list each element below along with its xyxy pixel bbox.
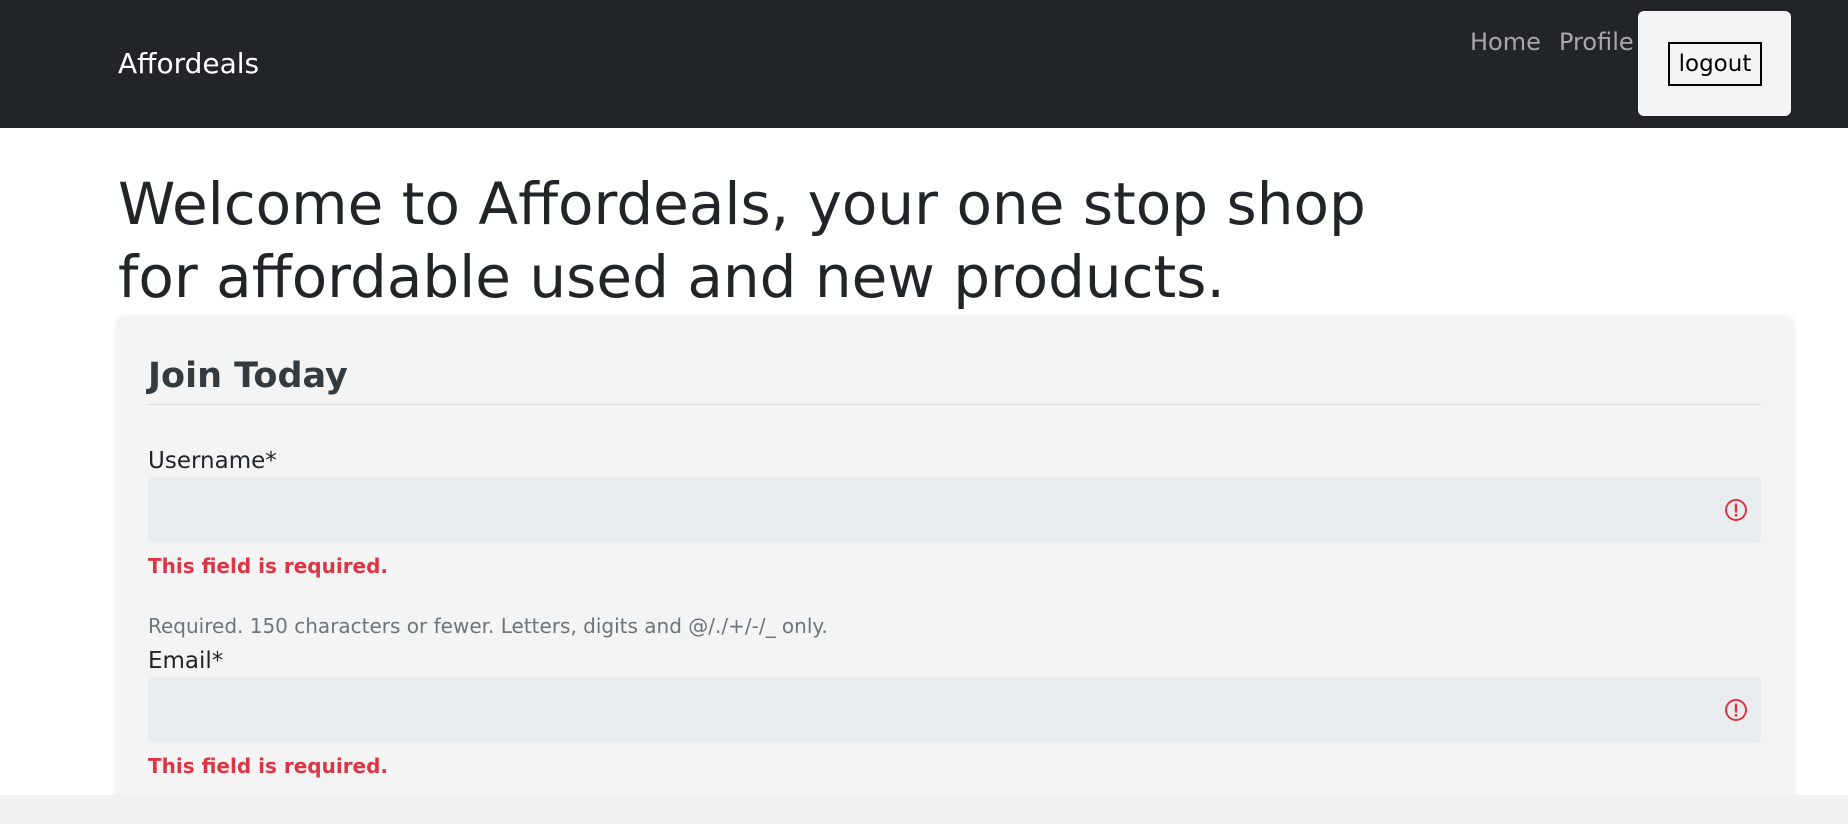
form-legend: Join Today xyxy=(148,356,348,396)
exclamation-circle-icon xyxy=(1725,699,1747,721)
username-error: This field is required. xyxy=(148,554,389,578)
signup-card: Join Today Username* This field is requi… xyxy=(116,316,1794,795)
logout-form: logout xyxy=(1638,11,1791,116)
brand-link[interactable]: Affordeals xyxy=(118,44,259,84)
username-help-text: Required. 150 characters or fewer. Lette… xyxy=(148,614,828,638)
page-viewport: Affordeals Home Profile logout Welcome t… xyxy=(0,0,1848,795)
page-title: Welcome to Affordeals, your one stop sho… xyxy=(118,170,1366,311)
email-error: This field is required. xyxy=(148,754,389,778)
logout-button[interactable]: logout xyxy=(1668,42,1762,86)
nav-link-profile[interactable]: Profile xyxy=(1559,24,1634,60)
email-label: Email* xyxy=(148,648,224,674)
nav-link-home[interactable]: Home xyxy=(1470,24,1541,60)
legend-divider xyxy=(148,404,1761,405)
username-input[interactable] xyxy=(148,477,1761,543)
username-label: Username* xyxy=(148,448,277,474)
email-input[interactable] xyxy=(148,677,1761,743)
exclamation-circle-icon xyxy=(1725,499,1747,521)
top-navbar: Affordeals Home Profile logout xyxy=(0,0,1848,128)
